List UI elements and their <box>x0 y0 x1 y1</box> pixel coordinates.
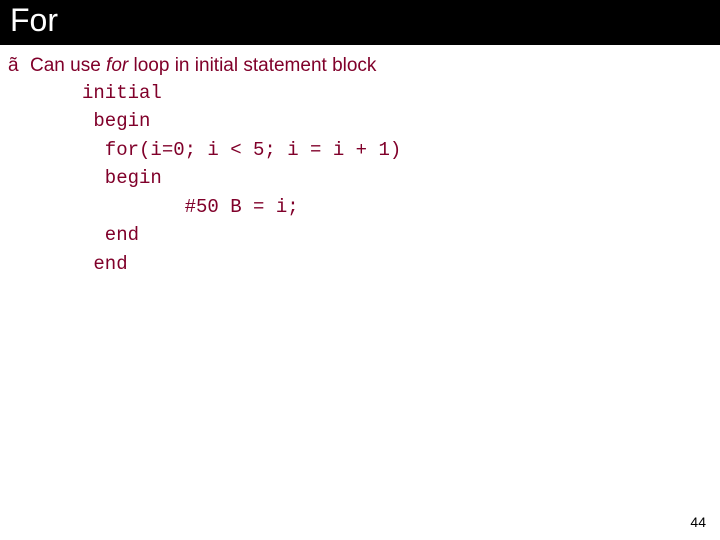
code-line-6: end <box>82 224 139 246</box>
bullet-keyword: for <box>106 55 128 76</box>
code-line-7: end <box>82 253 128 275</box>
page-number: 44 <box>690 514 706 530</box>
slide-content: ã Can use for loop in initial statement … <box>0 45 720 278</box>
code-line-4: begin <box>82 167 162 189</box>
bullet-pre: Can use <box>30 55 106 76</box>
code-line-2: begin <box>82 110 150 132</box>
code-line-5: #50 B = i; <box>82 196 299 218</box>
code-line-1: initial <box>82 82 162 104</box>
bullet-post: loop in initial statement block <box>128 55 376 76</box>
bullet-item: ã Can use for loop in initial statement … <box>0 53 720 79</box>
title-bar: For <box>0 0 720 45</box>
bullet-marker: ã <box>8 55 30 77</box>
slide-title: For <box>10 2 58 38</box>
code-block: initial begin for(i=0; i < 5; i = i + 1)… <box>0 79 720 279</box>
bullet-text: Can use for loop in initial statement bl… <box>30 53 376 79</box>
code-line-3: for(i=0; i < 5; i = i + 1) <box>82 139 401 161</box>
